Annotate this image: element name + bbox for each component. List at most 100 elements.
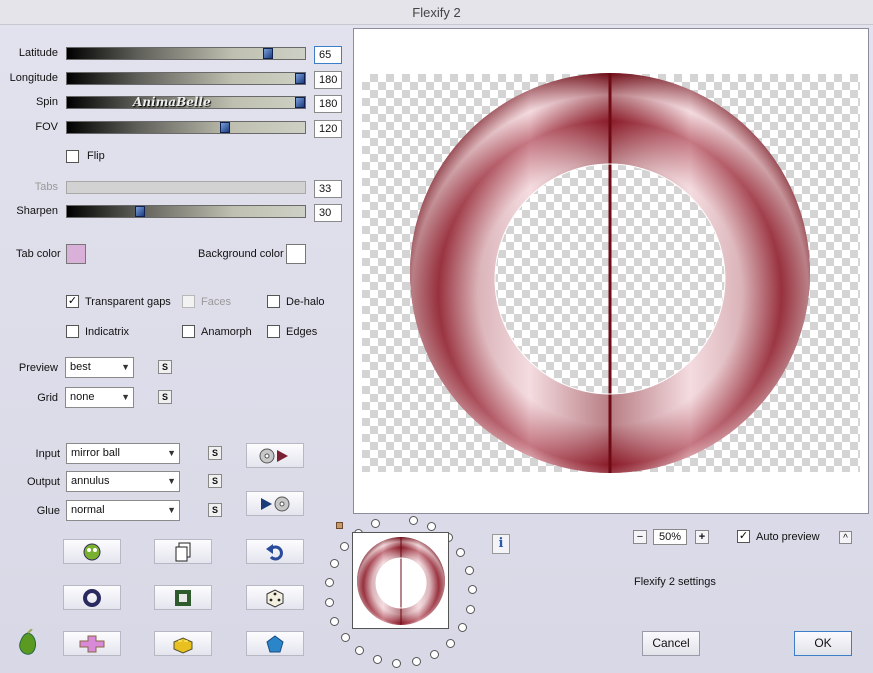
slider-thumb[interactable]	[263, 48, 273, 59]
navigator-dot[interactable]	[324, 578, 334, 588]
grid-s-button[interactable]: S	[158, 390, 172, 404]
glue-s-button[interactable]: S	[208, 503, 222, 517]
auto-preview-checkbox[interactable]: ✓	[737, 530, 750, 543]
longitude-label: Longitude	[9, 72, 58, 84]
sharpen-slider[interactable]	[66, 205, 306, 218]
longitude-slider[interactable]	[66, 72, 306, 85]
output-s-button[interactable]: S	[208, 474, 222, 488]
randomize-button[interactable]	[63, 539, 121, 564]
edges-checkbox[interactable]	[267, 325, 280, 338]
flip-checkbox[interactable]	[66, 150, 79, 163]
zoom-in-button[interactable]: +	[695, 530, 709, 544]
fov-value[interactable]: 120	[314, 120, 342, 138]
spin-value[interactable]: 180	[314, 95, 342, 113]
navigator-dot[interactable]	[408, 516, 418, 526]
spin-slider[interactable]: AnimaBelle	[66, 95, 306, 109]
grid-label: Grid	[37, 392, 58, 404]
preview-select-value: best	[70, 361, 91, 373]
preview-select[interactable]: best ▼	[65, 357, 134, 378]
block-icon	[173, 636, 193, 654]
preset-output-button[interactable]	[246, 491, 304, 516]
navigator-dot[interactable]	[371, 519, 381, 529]
pentagon-icon	[266, 634, 284, 652]
preview-pane[interactable]	[353, 28, 869, 514]
flexify-dialog: Flexify 2 Latitude 65 Longitude 180 Spin…	[0, 0, 873, 673]
anamorph-label: Anamorph	[201, 326, 252, 338]
sharpen-label: Sharpen	[16, 205, 58, 217]
navigator-thumbnail[interactable]	[352, 532, 449, 629]
fov-slider[interactable]	[66, 121, 306, 134]
de-halo-checkbox[interactable]	[267, 295, 280, 308]
block-button[interactable]	[154, 631, 212, 656]
tab-color-swatch[interactable]	[66, 244, 86, 264]
thumbnail-image	[357, 537, 445, 625]
navigator-dot[interactable]	[446, 638, 456, 648]
chevron-down-icon: ▼	[167, 476, 176, 486]
flaming-pear-logo	[14, 628, 42, 660]
navigator-dot[interactable]	[456, 547, 466, 557]
annulus-preview-image	[410, 73, 810, 473]
grid-select[interactable]: none ▼	[65, 387, 134, 408]
slider-thumb[interactable]	[220, 122, 230, 133]
navigator-dot[interactable]	[329, 559, 339, 569]
navigator-dot[interactable]	[340, 633, 350, 643]
transparent-gaps-checkbox[interactable]: ✓	[66, 295, 79, 308]
slider-thumb[interactable]	[295, 73, 305, 84]
latitude-value[interactable]: 65	[314, 46, 342, 64]
navigator-dot[interactable]	[324, 597, 334, 607]
indicatrix-checkbox[interactable]	[66, 325, 79, 338]
navigator-dot[interactable]	[465, 604, 475, 614]
output-label: Output	[26, 476, 60, 488]
cancel-button[interactable]: Cancel	[642, 631, 700, 656]
ring-button[interactable]	[63, 585, 121, 610]
slider-thumb[interactable]	[135, 206, 145, 217]
settings-label: Flexify 2 settings	[634, 576, 716, 588]
navigator-dot[interactable]	[412, 657, 422, 667]
glue-label: Glue	[36, 505, 60, 517]
pentagon-button[interactable]	[246, 631, 304, 656]
navigator-dot[interactable]	[430, 650, 440, 660]
info-button[interactable]: i	[492, 534, 510, 554]
frame-button[interactable]	[154, 585, 212, 610]
cross-button[interactable]	[63, 631, 121, 656]
preset-input-button[interactable]	[246, 443, 304, 468]
collapse-button[interactable]: ^	[839, 531, 852, 544]
dice-icon	[266, 588, 284, 608]
navigator-dot[interactable]	[427, 522, 437, 532]
navigator-dot[interactable]	[392, 658, 402, 668]
output-select[interactable]: annulus ▼	[66, 471, 180, 492]
glue-select[interactable]: normal ▼	[66, 500, 180, 521]
zoom-level: 50%	[653, 529, 687, 545]
input-label: Input	[35, 448, 60, 460]
longitude-value[interactable]: 180	[314, 71, 342, 89]
navigator-dot[interactable]	[339, 542, 349, 552]
navigator-dot[interactable]	[373, 655, 383, 665]
ok-button[interactable]: OK	[794, 631, 852, 656]
anamorph-checkbox[interactable]	[182, 325, 195, 338]
navigator-dot[interactable]	[464, 565, 474, 575]
zoom-out-button[interactable]: −	[633, 530, 647, 544]
preview-s-button[interactable]: S	[158, 360, 172, 374]
background-color-swatch[interactable]	[286, 244, 306, 264]
background-color-label: Background color	[198, 248, 284, 260]
sharpen-value[interactable]: 30	[314, 204, 342, 222]
input-s-button[interactable]: S	[208, 446, 222, 460]
edges-label: Edges	[286, 326, 318, 338]
slider-thumb[interactable]	[295, 97, 305, 108]
navigator-dot[interactable]	[355, 646, 365, 656]
dice-button[interactable]	[246, 585, 304, 610]
chevron-down-icon: ▼	[121, 392, 130, 402]
undo-button[interactable]	[246, 539, 304, 564]
watermark-signature: AnimaBelle	[133, 95, 211, 109]
navigator-dot[interactable]	[330, 616, 340, 626]
navigator-dot[interactable]	[467, 585, 477, 595]
navigator-dot[interactable]	[458, 623, 468, 632]
input-select[interactable]: mirror ball ▼	[66, 443, 180, 464]
navigator-handle[interactable]	[336, 522, 343, 529]
ring-icon	[83, 588, 101, 607]
preview-label: Preview	[18, 362, 58, 374]
copy-button[interactable]	[154, 539, 212, 564]
tabs-value[interactable]: 33	[314, 180, 342, 198]
cross-icon	[79, 635, 105, 652]
latitude-slider[interactable]	[66, 47, 306, 60]
